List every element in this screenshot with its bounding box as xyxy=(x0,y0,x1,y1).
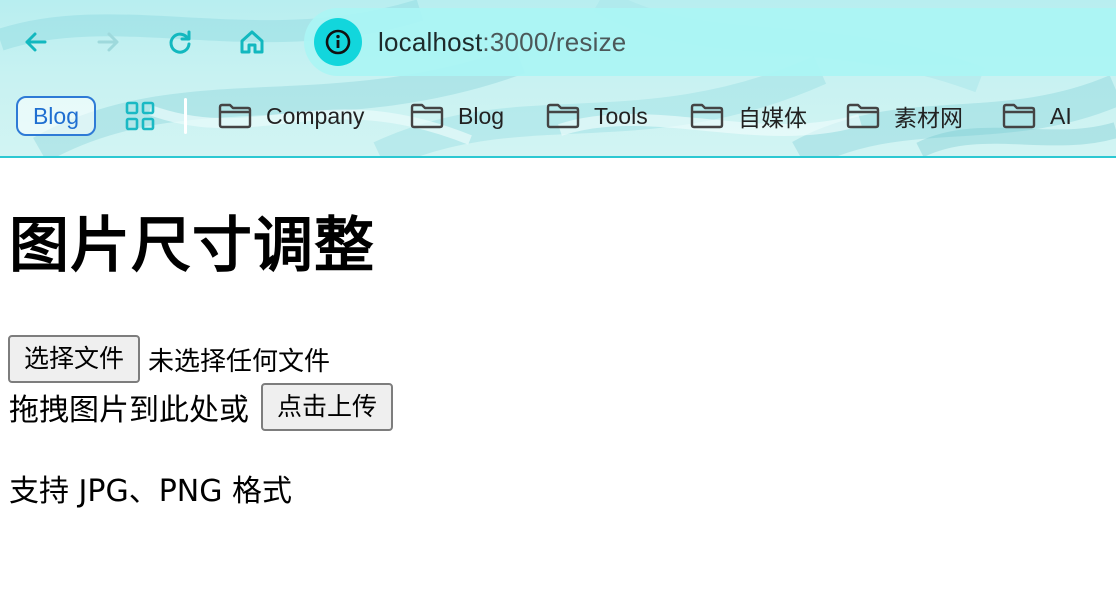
bookmark-folder-label: Company xyxy=(266,102,365,129)
drop-zone-text: 拖拽图片到此处或 xyxy=(9,393,249,428)
choose-file-button[interactable]: 选择文件 xyxy=(8,335,141,383)
url-text[interactable]: localhost:3000/resize xyxy=(378,26,626,58)
bookmark-folder-label: Tools xyxy=(594,102,648,129)
home-icon xyxy=(240,30,264,54)
folder-icon xyxy=(846,103,880,129)
folder-icon xyxy=(218,103,252,129)
bookmarks-separator xyxy=(184,98,187,134)
reload-icon xyxy=(169,30,191,54)
bookmark-folder-sucaiwang[interactable]: 素材网 xyxy=(846,96,963,136)
home-button[interactable] xyxy=(232,22,272,62)
file-status-text: 未选择任何文件 xyxy=(148,346,331,377)
file-input[interactable]: 选择文件 未选择任何文件 xyxy=(8,334,330,384)
address-bar[interactable]: localhost:3000/resize xyxy=(304,8,1116,76)
forward-arrow-icon xyxy=(97,32,119,52)
url-path: :3000/resize xyxy=(482,27,627,57)
site-info-button[interactable] xyxy=(314,18,362,66)
drop-zone[interactable]: 拖拽图片到此处或 点击上传 xyxy=(9,382,394,432)
page-content: 图片尺寸调整 选择文件 未选择任何文件 拖拽图片到此处或 点击上传 支持 JPG… xyxy=(0,158,1116,606)
bookmark-folder-blog[interactable]: Blog xyxy=(410,96,504,136)
supported-formats-text: 支持 JPG、PNG 格式 xyxy=(9,474,293,509)
apps-grid-icon[interactable] xyxy=(124,100,156,132)
upload-button[interactable]: 点击上传 xyxy=(261,383,394,431)
page-title: 图片尺寸调整 xyxy=(9,211,375,281)
folder-icon xyxy=(410,103,444,129)
bookmark-blog-badge[interactable]: Blog xyxy=(16,96,96,136)
folder-icon xyxy=(690,103,724,129)
bookmark-folder-ai[interactable]: AI xyxy=(1002,96,1072,136)
bookmarks-bar: Blog Company Blog Tools 自媒体 素材网 AI xyxy=(0,92,1116,140)
reload-button[interactable] xyxy=(160,22,200,62)
back-arrow-icon xyxy=(25,32,47,52)
back-button[interactable] xyxy=(16,22,56,62)
browser-toolbar: localhost:3000/resize Blog Company Blog xyxy=(0,0,1116,158)
folder-icon xyxy=(546,103,580,129)
bookmark-folder-label: 自媒体 xyxy=(738,105,807,131)
bookmark-folder-label: 素材网 xyxy=(894,105,963,131)
info-icon xyxy=(325,29,351,55)
url-host: localhost xyxy=(378,27,483,57)
bookmark-folder-company[interactable]: Company xyxy=(218,96,364,136)
folder-icon xyxy=(1002,103,1036,129)
bookmark-folder-label: Blog xyxy=(458,102,505,129)
bookmark-folder-label: AI xyxy=(1050,102,1072,129)
forward-button[interactable] xyxy=(88,22,128,62)
bookmark-folder-zimeiti[interactable]: 自媒体 xyxy=(690,96,807,136)
bookmark-folder-tools[interactable]: Tools xyxy=(546,96,648,136)
